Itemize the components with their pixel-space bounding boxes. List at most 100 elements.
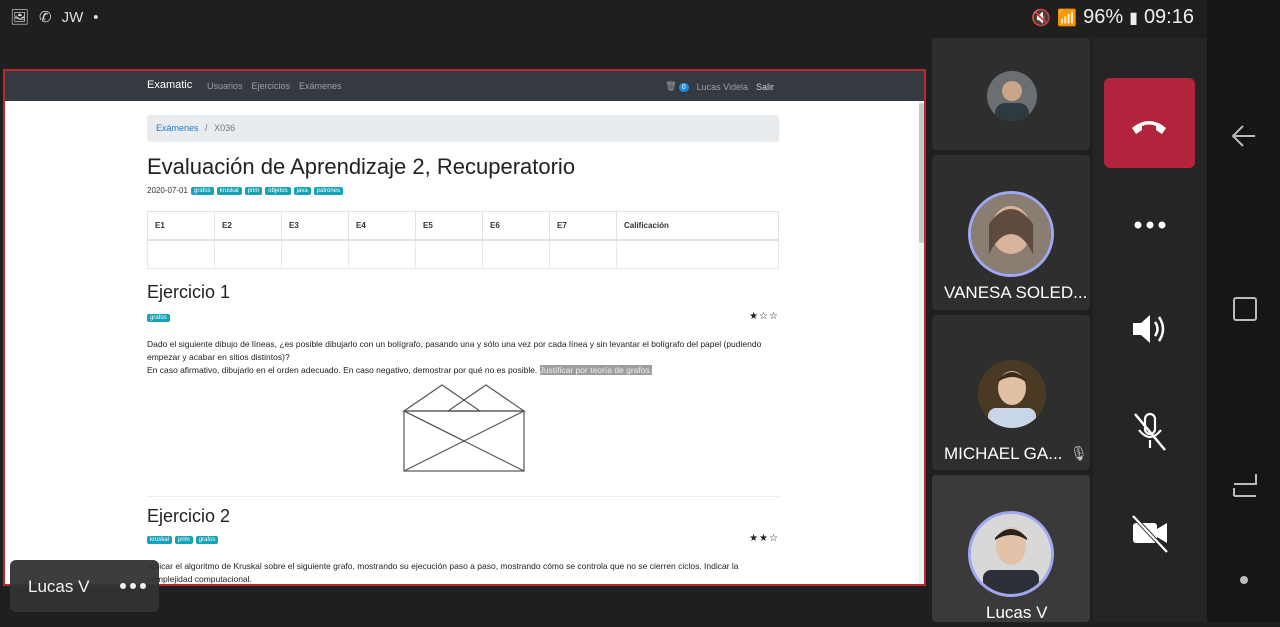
table-header-row: E1 E2 E3 E4 E5 E6 E7 Calificación <box>147 211 779 241</box>
col-e4: E4 <box>348 211 416 241</box>
avatar <box>978 360 1046 428</box>
mute-mic-button[interactable] <box>1119 406 1181 456</box>
avatar <box>987 71 1037 121</box>
breadcrumb: Exámenes / X036 <box>147 115 779 142</box>
participant-name: MICHAEL GA... <box>944 444 1063 463</box>
nav-examenes[interactable]: Exámenes <box>299 81 342 91</box>
person-photo-icon <box>971 194 1051 274</box>
muted-mic-icon: 🎙 <box>1070 445 1088 461</box>
camera-off-icon <box>1131 514 1169 554</box>
exercise-2-tag-prim[interactable]: prim <box>175 536 193 544</box>
participant-tile-1[interactable] <box>932 38 1090 150</box>
self-name: Lucas V <box>28 577 90 596</box>
tag-patrones[interactable]: patrones <box>313 186 344 195</box>
app-navbar: Examatic Usuarios Ejercicios Exámenes 🗑 0… <box>5 71 924 101</box>
participants-panel: VANESA SOLED... MICHAEL GA... 🎙 Lucas V <box>930 38 1090 622</box>
dot-icon: • <box>93 8 99 26</box>
keyboard-dot-icon <box>1240 576 1248 584</box>
status-bar: 🖼 ✆ JW • 🔇 📶 96% ▮ 09:16 <box>0 0 1208 38</box>
wifi-icon: 📶 <box>1057 9 1078 27</box>
more-icon <box>1134 221 1166 229</box>
battery-icon: ▮ <box>1129 9 1138 27</box>
person-photo-icon <box>971 514 1051 594</box>
exercise-1-title: Ejercicio 1 <box>147 282 231 302</box>
nav-ejercicios[interactable]: Ejercicios <box>252 81 291 91</box>
exam-date: 2020-07-01 <box>147 186 188 195</box>
drawing-roof-left <box>402 384 482 412</box>
mute-icon: 🔇 <box>1031 9 1052 27</box>
col-e5: E5 <box>415 211 483 241</box>
tag-java[interactable]: java <box>293 186 311 195</box>
avatar <box>968 511 1054 597</box>
app-brand[interactable]: Examatic <box>147 79 192 91</box>
camera-off-button[interactable] <box>1119 508 1181 558</box>
gallery-icon: 🖼 <box>10 9 30 26</box>
battery-level: 96% <box>1083 6 1124 28</box>
col-e7: E7 <box>549 211 617 241</box>
col-calificacion: Calificación <box>616 211 779 241</box>
col-e3: E3 <box>281 211 349 241</box>
recents-icon[interactable] <box>1233 474 1257 497</box>
user-name[interactable]: Lucas Videla <box>697 82 748 92</box>
tag-prim[interactable]: prim <box>244 186 263 195</box>
person-photo-icon <box>978 360 1046 428</box>
tag-grafos[interactable]: grafos <box>190 186 214 195</box>
breadcrumb-current: X036 <box>214 123 236 133</box>
avatar <box>968 191 1054 277</box>
page-title: Evaluación de Aprendizaje 2, Recuperator… <box>147 154 576 179</box>
col-e6: E6 <box>482 211 550 241</box>
exercise-2-text: Aplicar el algoritmo de Kruskal sobre el… <box>147 561 739 584</box>
carrier-label: JW <box>61 8 84 26</box>
exercise-1-instructions: En caso afirmativo, dibujarlo en el orde… <box>147 365 538 375</box>
scrollbar-thumb[interactable] <box>919 103 924 243</box>
difficulty-stars: ★☆☆ <box>749 311 779 322</box>
shared-screen: Examatic Usuarios Ejercicios Exámenes 🗑 0… <box>3 69 926 586</box>
logout-link[interactable]: Salir <box>756 82 774 92</box>
home-icon[interactable] <box>1233 297 1257 321</box>
call-controls <box>1093 38 1207 622</box>
drawing-inner-1 <box>403 410 465 442</box>
self-view-label[interactable]: Lucas V <box>10 560 159 612</box>
divider <box>147 496 779 497</box>
phone-icon: ✆ <box>39 9 52 26</box>
exercise-1-tag[interactable]: grafos <box>147 314 170 322</box>
table-row <box>147 239 779 269</box>
exercise-1-highlight: Justificar por teoría de grafos. <box>539 365 653 375</box>
participant-name: VANESA SOLED... <box>944 283 1088 302</box>
exercise-2-tag-kruskal[interactable]: kruskal <box>147 536 173 544</box>
exercise-2-tag-grafos[interactable]: grafos <box>195 536 219 544</box>
breadcrumb-examenes[interactable]: Exámenes <box>156 123 199 133</box>
tag-objetos[interactable]: objetos <box>265 186 291 195</box>
self-more-icon[interactable] <box>118 581 148 591</box>
exam-meta: 2020-07-01 grafos kruskal prim objetos j… <box>147 186 779 195</box>
hang-up-icon <box>1132 121 1166 134</box>
back-icon[interactable] <box>1231 125 1255 147</box>
person-photo-icon <box>995 81 1029 121</box>
grades-table: E1 E2 E3 E4 E5 E6 E7 Calificación <box>147 211 779 269</box>
difficulty-stars: ★★☆ <box>749 533 779 544</box>
tag-kruskal[interactable]: kruskal <box>216 186 242 195</box>
exercise-2: Ejercicio 2 kruskal prim grafos ★★☆ Apli… <box>147 506 779 584</box>
more-options-button[interactable] <box>1119 200 1181 250</box>
exercise-1: Ejercicio 1 grafos ★☆☆ Dado el siguiente… <box>147 282 779 497</box>
drawing-roof-right <box>446 384 526 412</box>
col-e1: E1 <box>147 211 215 241</box>
speaker-icon <box>1133 315 1165 343</box>
col-e2: E2 <box>214 211 282 241</box>
participant-tile-2[interactable]: VANESA SOLED... <box>932 155 1090 310</box>
mic-off-icon <box>1134 412 1166 451</box>
participant-name: Lucas V <box>986 603 1048 622</box>
system-nav-icons <box>1231 125 1257 584</box>
system-navigation-bar <box>1207 0 1280 622</box>
exercise-1-text: Dado el siguiente dibujo de líneas, ¿es … <box>147 338 779 377</box>
breadcrumb-separator: / <box>205 123 208 133</box>
exercise-2-title: Ejercicio 2 <box>147 506 231 526</box>
trash-icon[interactable]: 🗑 0 <box>665 81 689 92</box>
hang-up-button[interactable] <box>1104 78 1195 168</box>
trash-count-badge: 0 <box>678 83 689 92</box>
speaker-button[interactable] <box>1119 304 1181 354</box>
participant-tile-4[interactable]: Lucas V <box>932 475 1090 622</box>
nav-usuarios[interactable]: Usuarios <box>207 81 243 91</box>
participant-tile-3[interactable]: MICHAEL GA... 🎙 <box>932 315 1090 470</box>
exercise-1-question: Dado el siguiente dibujo de líneas, ¿es … <box>147 339 762 362</box>
